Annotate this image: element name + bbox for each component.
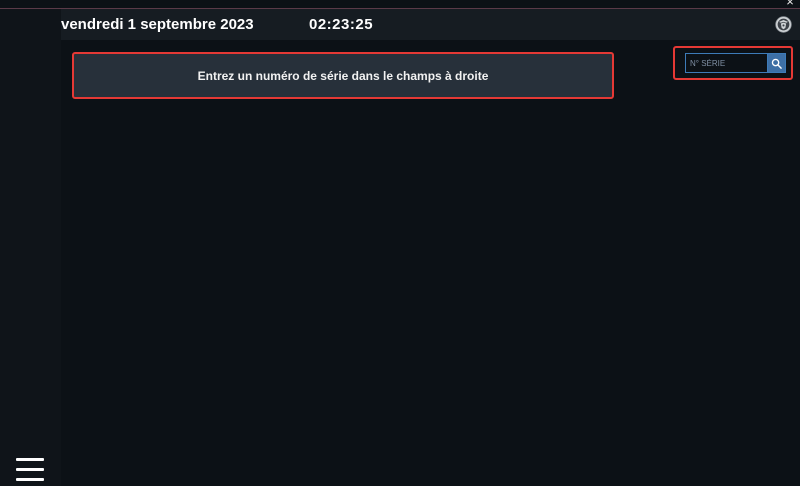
close-button[interactable]: ×	[784, 0, 796, 8]
main-content	[61, 40, 800, 486]
app-window: × vendredi 1 septembre 2023 02:23:25 Ent…	[0, 0, 800, 486]
hamburger-menu-icon[interactable]	[16, 458, 44, 482]
current-time: 02:23:25	[309, 16, 374, 33]
message-panel: Entrez un numéro de série dans le champs…	[72, 52, 614, 99]
serial-number-input[interactable]	[685, 53, 767, 73]
menu-line	[16, 478, 44, 481]
search-button[interactable]	[767, 53, 786, 73]
instruction-message: Entrez un numéro de série dans le champs…	[197, 68, 489, 83]
current-date: vendredi 1 septembre 2023	[61, 16, 254, 33]
header-left-block	[0, 9, 61, 40]
search-icon	[771, 58, 782, 69]
menu-line	[16, 468, 44, 471]
header-bar: vendredi 1 septembre 2023 02:23:25	[0, 9, 800, 40]
emblem-icon[interactable]	[775, 16, 792, 33]
sidebar	[0, 40, 61, 486]
menu-line	[16, 458, 44, 461]
